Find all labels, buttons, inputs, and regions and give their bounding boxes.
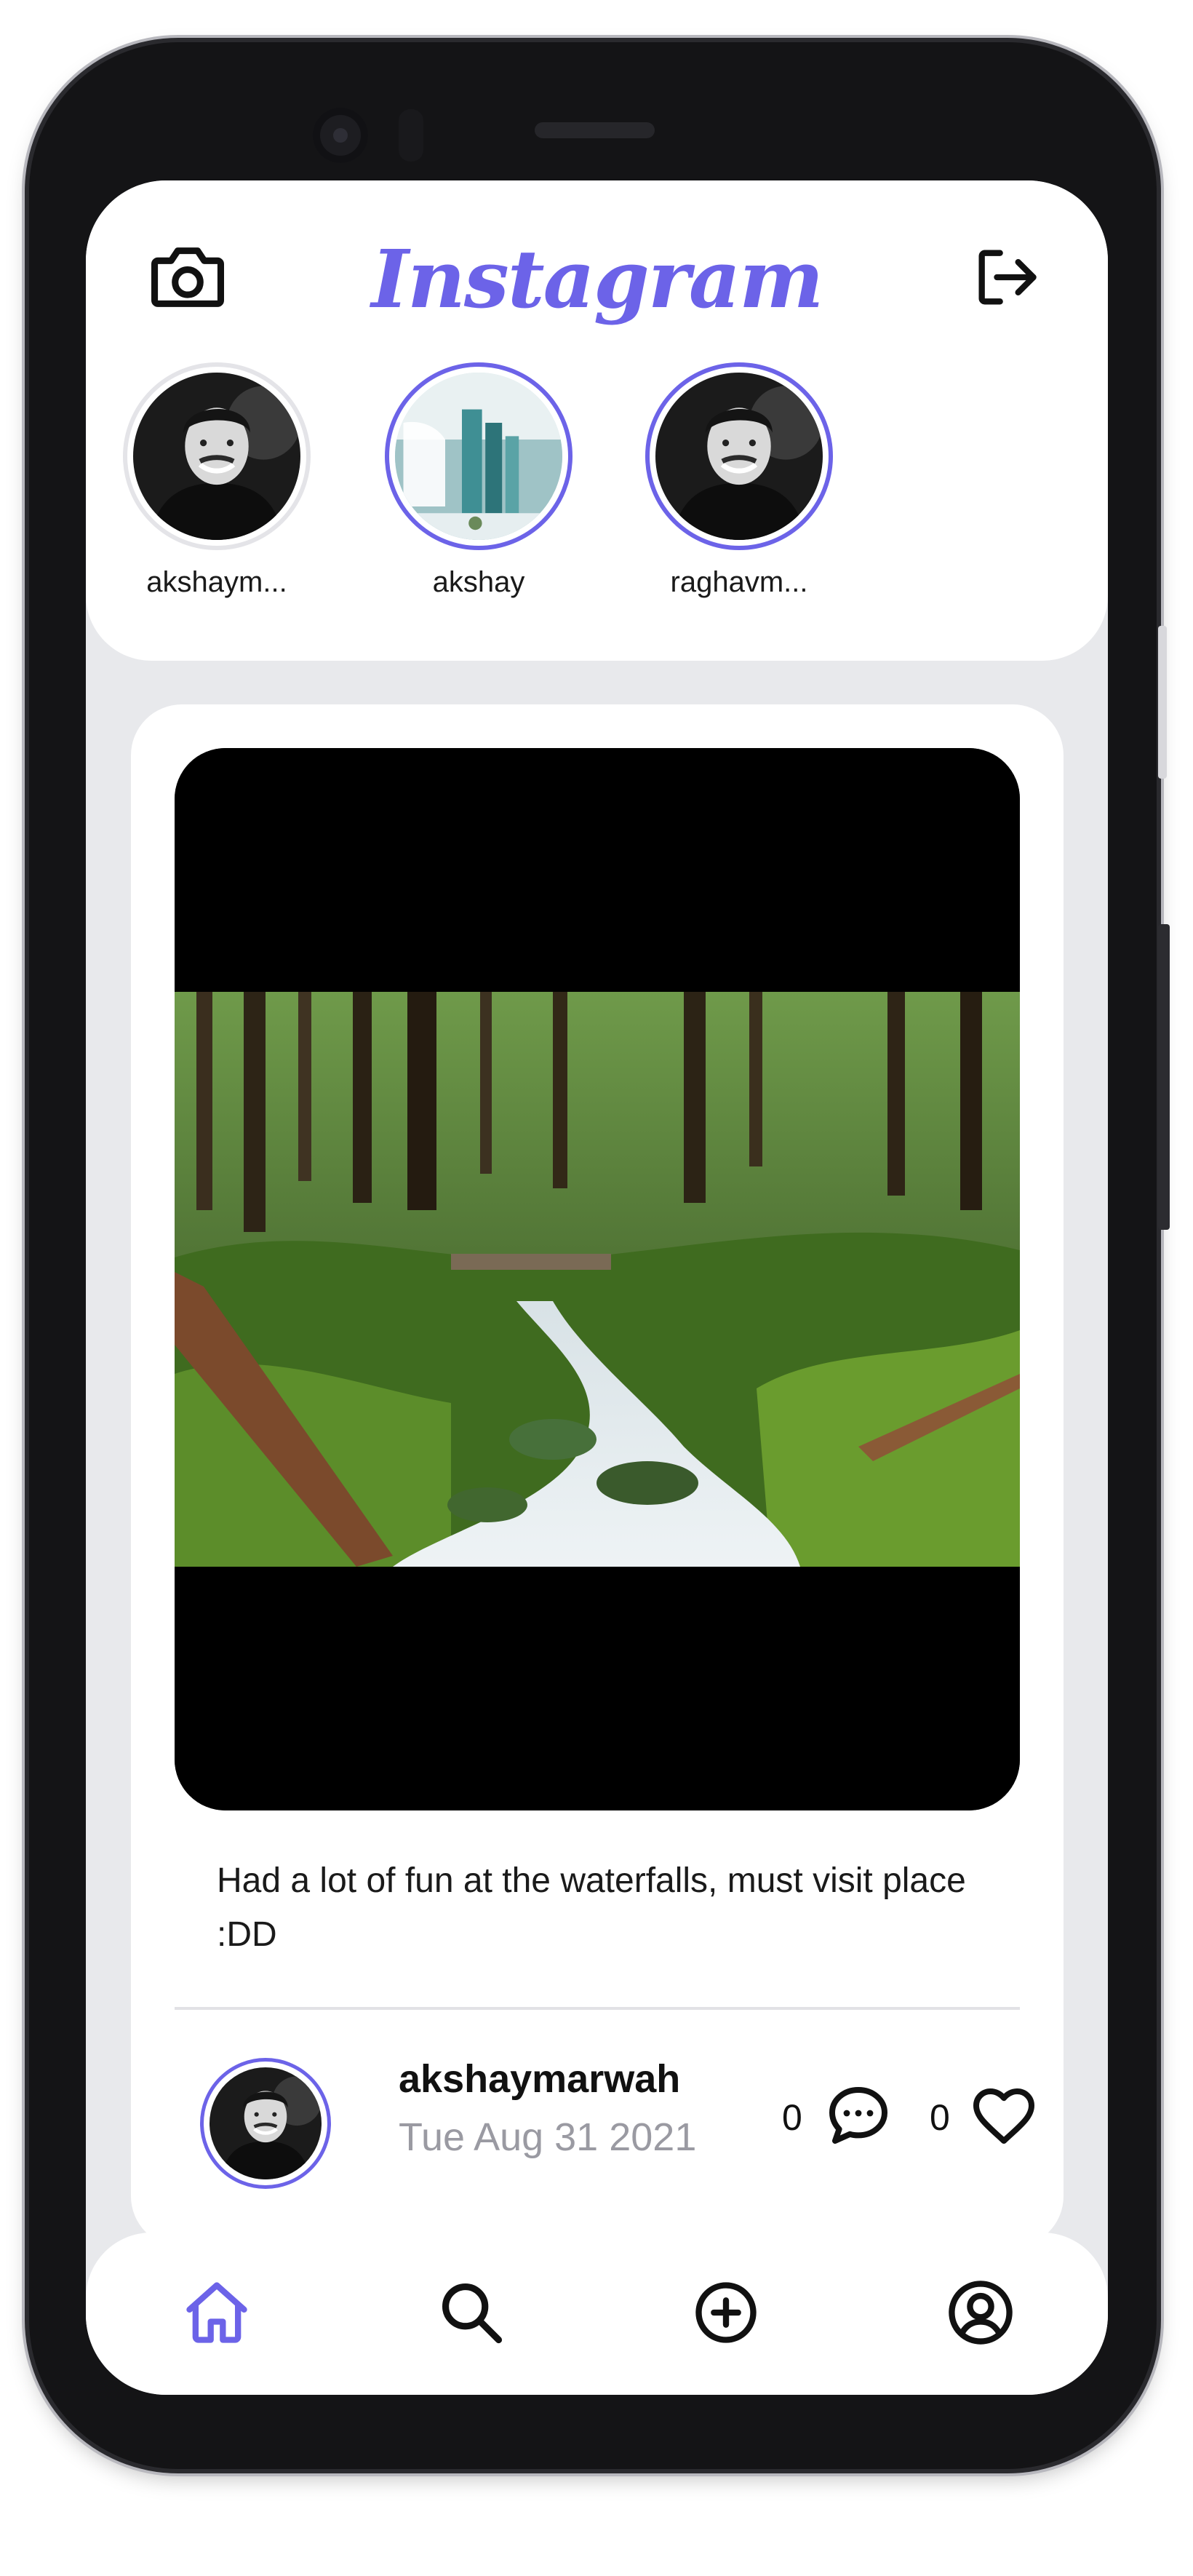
story-item[interactable]: akshay [370,362,588,599]
nav-add-post[interactable] [675,2262,777,2364]
heart-icon [973,2088,1034,2144]
nav-profile[interactable] [930,2262,1032,2364]
comment-icon [829,2087,887,2144]
forest-stream-photo [175,748,1020,1810]
comment-button[interactable] [818,2076,898,2156]
story-username: akshay [432,566,525,598]
user-circle-icon [949,2281,1013,2345]
story-avatar [655,373,823,540]
post-divider [175,2007,1020,2010]
plus-circle-icon [695,2282,757,2343]
story-item[interactable]: akshaym... [108,362,326,599]
phone-front-camera [313,108,368,163]
top-bar: Instagram akshaym... akshay raghavm... [86,180,1108,661]
author-avatar[interactable] [200,2058,331,2189]
camera-button[interactable] [137,230,239,325]
phone-volume-button [1158,924,1170,1230]
home-icon [186,2282,247,2343]
camera-icon [151,247,224,307]
app-logo: Instagram [371,231,824,326]
post-card: Had a lot of fun at the waterfalls, must… [131,704,1064,2247]
likes-count: 0 [930,2097,950,2138]
phone-speaker [535,122,655,138]
story-ring [123,362,311,550]
phone-side-button [1158,626,1167,779]
nav-home[interactable] [166,2262,268,2364]
bottom-nav [86,2233,1108,2395]
post-caption: Had a lot of fun at the waterfalls, must… [217,1861,966,1954]
story-username: akshaym... [146,566,287,598]
post-image[interactable] [175,748,1020,1810]
post-date: Tue Aug 31 2021 [399,2115,697,2159]
story-avatar [133,373,300,540]
author-avatar-photo [210,2067,322,2179]
story-avatar [395,373,562,540]
logout-icon [978,250,1037,305]
story-item[interactable]: raghavm... [630,362,848,599]
stories-row: akshaym... akshay raghavm... [86,362,1108,610]
comments-count: 0 [782,2097,802,2138]
phone-sensor [399,109,423,162]
story-ring [645,362,833,550]
nav-search[interactable] [420,2262,522,2364]
story-ring [385,362,572,550]
author-username[interactable]: akshaymarwah [399,2056,680,2102]
app-screen: Instagram akshaym... akshay raghavm... H… [86,180,1108,2395]
logout-button[interactable] [955,230,1057,325]
story-username: raghavm... [670,566,808,598]
search-icon [442,2283,503,2344]
like-button[interactable] [964,2076,1044,2156]
